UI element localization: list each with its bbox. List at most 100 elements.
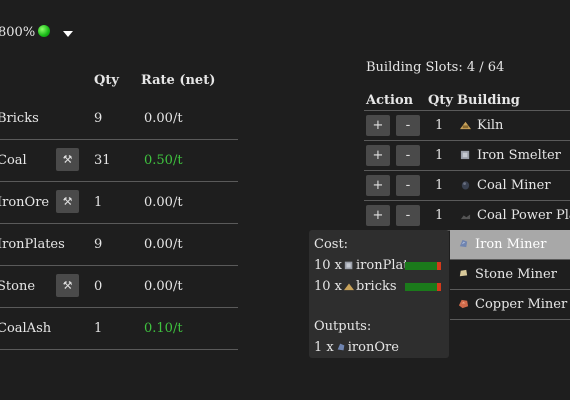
building-name-cell: Coal Miner <box>460 178 551 193</box>
resource-row: Coal ⚒ 31 0.50/t <box>0 140 238 182</box>
resource-row: Stone ⚒ 0 0.00/t <box>0 266 238 308</box>
resource-row: CoalAsh 1 0.10/t <box>0 308 238 350</box>
mine-button[interactable]: ⚒ <box>56 274 79 297</box>
cost-progress-bar <box>405 283 441 291</box>
add-building-button[interactable]: + <box>366 175 390 196</box>
build-cost-tooltip: Cost: 10 x ironPlates 10 x bricks Outputs: … <box>309 230 449 358</box>
speed-dropdown-icon[interactable] <box>63 31 73 37</box>
building-name: Kiln <box>477 118 504 133</box>
building-row: + -1 Coal Miner <box>364 171 570 201</box>
building-name: Iron Miner <box>475 237 547 252</box>
mine-button[interactable]: ⚒ <box>56 190 79 213</box>
resource-name: IronOre <box>0 195 50 210</box>
coal-miner-icon <box>460 178 477 193</box>
output-item: 1 x ironOre <box>314 340 399 355</box>
cost-label: Cost: <box>314 237 349 252</box>
building-qty: 1 <box>435 118 444 133</box>
resource-rate: 0.10/t <box>144 321 183 336</box>
output-resource: ironOre <box>347 340 399 355</box>
stone-miner-icon <box>458 267 475 282</box>
resource-qty: 31 <box>94 153 111 168</box>
building-qty-header: Qty <box>428 93 453 108</box>
kiln-icon <box>460 118 477 133</box>
add-building-button[interactable]: + <box>366 115 390 136</box>
building-slots: Building Slots: 4 / 64 <box>366 60 505 75</box>
add-building-button[interactable]: + <box>366 205 390 226</box>
building-name: Coal Power Plant <box>477 208 570 223</box>
iron-plate-icon <box>342 258 356 273</box>
building-name: Coal Miner <box>477 178 551 193</box>
copper-miner-icon <box>458 297 475 312</box>
remove-building-button[interactable]: - <box>396 205 420 226</box>
brick-icon <box>342 279 356 294</box>
outputs-label: Outputs: <box>314 319 372 334</box>
building-row: + -1 Kiln <box>364 110 570 141</box>
add-building-button[interactable]: + <box>366 145 390 166</box>
pickaxe-icon: ⚒ <box>62 195 73 208</box>
building-row: + -1 Iron Smelter <box>364 141 570 171</box>
remove-building-button[interactable]: - <box>396 175 420 196</box>
mine-button[interactable]: ⚒ <box>56 148 79 171</box>
building-header: Building <box>457 93 520 108</box>
action-header: Action <box>366 93 414 108</box>
building-name-cell: Coal Power Plant <box>460 208 570 223</box>
available-building-row[interactable]: Stone Miner <box>450 260 570 290</box>
resource-rate: 0.00/t <box>144 237 183 252</box>
building-name: Iron Smelter <box>477 148 561 163</box>
resource-name: Stone <box>0 279 36 294</box>
resource-name: IronPlates <box>0 237 65 252</box>
iron-miner-icon <box>458 237 475 252</box>
building-name-cell: Iron Miner <box>458 237 546 252</box>
pickaxe-icon: ⚒ <box>62 279 73 292</box>
available-building-row[interactable]: Iron Miner <box>450 230 570 260</box>
qty-header: Qty <box>94 73 119 88</box>
building-qty: 1 <box>435 208 444 223</box>
resource-row: IronOre ⚒ 1 0.00/t <box>0 182 238 224</box>
building-row: +-1 Coal Power Plant <box>364 201 570 231</box>
building-qty: 1 <box>435 148 444 163</box>
resource-rate: 0.00/t <box>144 111 183 126</box>
cost-item: 10 x bricks <box>314 279 397 294</box>
resource-rate: 0.50/t <box>144 153 183 168</box>
resource-rate: 0.00/t <box>144 279 183 294</box>
pickaxe-icon: ⚒ <box>62 153 73 166</box>
resource-name: Bricks <box>0 111 39 126</box>
building-name: Stone Miner <box>475 267 557 282</box>
resource-qty: 0 <box>94 279 103 294</box>
speed-value: 800% <box>0 25 36 40</box>
top-bar: 800% <box>0 0 570 64</box>
resources-table: Qty Rate (net) Bricks 9 0.00/t Coal ⚒ 31 0.50/… <box>0 62 238 350</box>
buildings-table: Action Qty Building + -1 Kiln + -1 Iron Smelt… <box>364 90 570 231</box>
resource-row: Bricks 9 0.00/t <box>0 98 238 140</box>
speed-display: 800% <box>0 25 51 40</box>
cost-progress-bar <box>405 262 441 270</box>
iron-ore-icon <box>334 340 348 355</box>
remove-building-button[interactable]: - <box>396 145 420 166</box>
cost-resource: bricks <box>356 279 397 294</box>
building-qty: 1 <box>435 178 444 193</box>
coal-power-plant-icon <box>460 208 477 223</box>
rate-header: Rate (net) <box>141 73 216 88</box>
building-name-cell: Iron Smelter <box>460 148 561 163</box>
status-indicator-icon <box>38 25 51 37</box>
remove-building-button[interactable]: - <box>396 115 420 136</box>
resource-qty: 9 <box>94 237 103 252</box>
cost-progress-remaining <box>437 283 441 291</box>
building-name-cell: Kiln <box>460 118 503 133</box>
resource-rate: 0.00/t <box>144 195 183 210</box>
building-name-cell: Copper Miner <box>458 297 567 312</box>
building-name: Copper Miner <box>475 297 568 312</box>
cost-qty: 10 x <box>314 279 343 294</box>
resource-name: CoalAsh <box>0 321 52 336</box>
iron-smelter-icon <box>460 148 477 163</box>
resource-row: IronPlates 9 0.00/t <box>0 224 238 266</box>
resource-qty: 1 <box>94 321 103 336</box>
available-building-row[interactable]: Copper Miner <box>450 290 570 320</box>
resource-qty: 9 <box>94 111 103 126</box>
resource-qty: 1 <box>94 195 103 210</box>
resource-name: Coal <box>0 153 27 168</box>
cost-qty: 10 x <box>314 258 343 273</box>
resources-header: Qty Rate (net) <box>0 62 238 98</box>
building-name-cell: Stone Miner <box>458 267 557 282</box>
buildings-header: Action Qty Building <box>364 90 570 110</box>
